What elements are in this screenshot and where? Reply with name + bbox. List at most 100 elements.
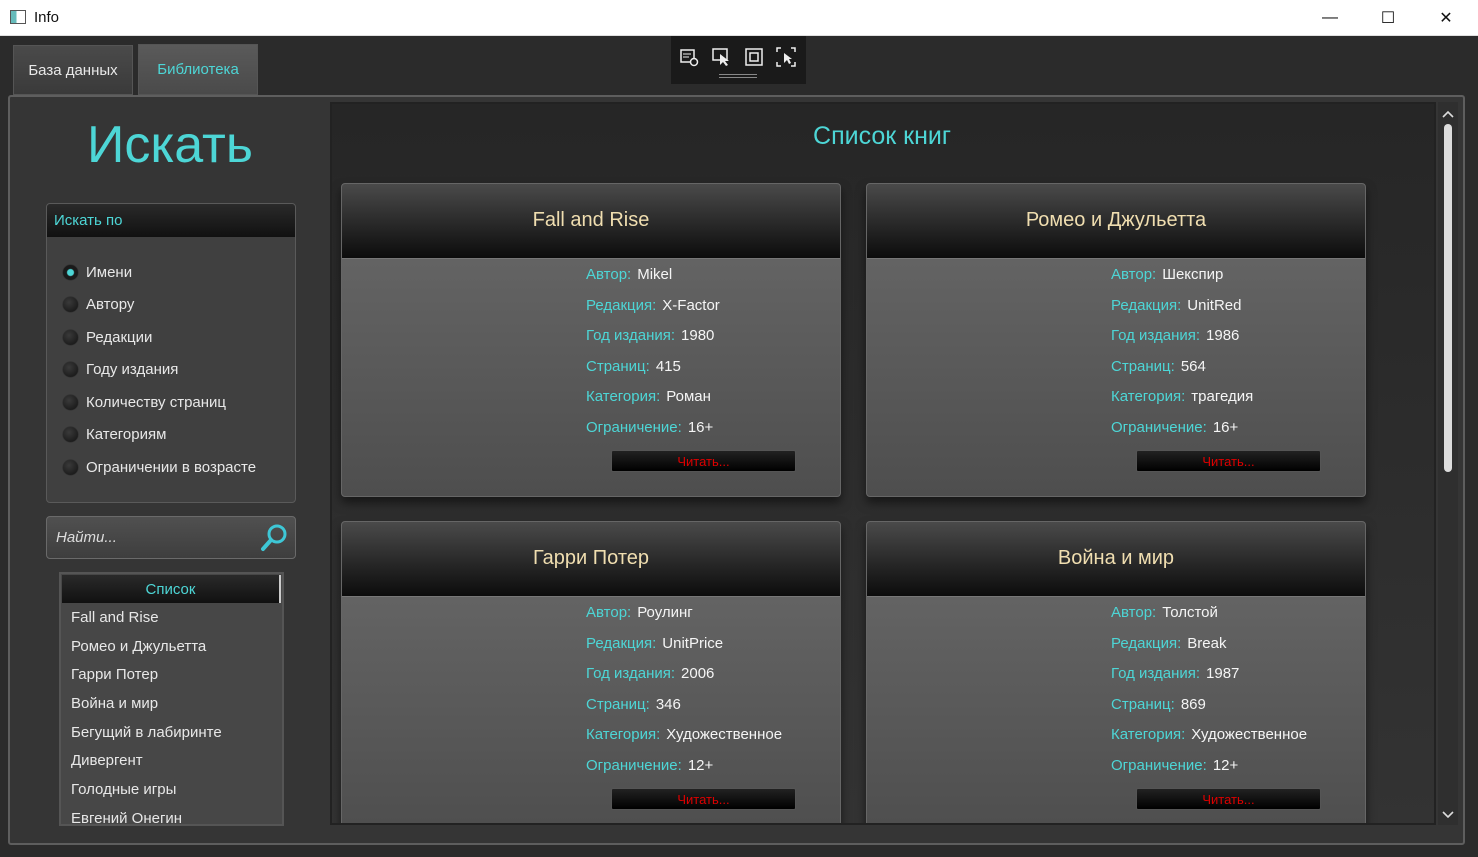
scroll-down-icon[interactable] bbox=[1438, 805, 1458, 825]
publisher-row: Редакция: Break bbox=[1111, 635, 1226, 652]
author-row: Автор: Mikel bbox=[586, 266, 672, 283]
read-button[interactable]: Читать... bbox=[611, 788, 796, 810]
scroll-up-icon[interactable] bbox=[1438, 104, 1458, 124]
search-box bbox=[46, 516, 296, 559]
search-input[interactable] bbox=[56, 529, 246, 546]
publisher-value: Break bbox=[1187, 635, 1227, 652]
select-element-icon[interactable] bbox=[711, 46, 733, 68]
field-label: Редакция: bbox=[1111, 635, 1182, 652]
book-title: Fall and Rise bbox=[342, 184, 840, 259]
age-row: Ограничение: 12+ bbox=[586, 757, 713, 774]
field-label: Ограничение: bbox=[1111, 757, 1207, 774]
pages-row: Страниц: 415 bbox=[586, 358, 681, 375]
radio-author[interactable]: Автору bbox=[63, 296, 134, 313]
vertical-scrollbar[interactable] bbox=[1438, 102, 1458, 825]
field-label: Страниц: bbox=[586, 358, 650, 375]
read-button[interactable]: Читать... bbox=[611, 450, 796, 472]
list-item[interactable]: Дивергент bbox=[61, 747, 282, 776]
field-label: Автор: bbox=[1111, 604, 1157, 621]
radio-age[interactable]: Ограничении в возрасте bbox=[63, 459, 256, 476]
close-button[interactable]: ✕ bbox=[1417, 0, 1475, 36]
publisher-row: Редакция: UnitRed bbox=[1111, 297, 1241, 314]
app-icon bbox=[10, 10, 26, 24]
read-button[interactable]: Читать... bbox=[1136, 788, 1321, 810]
pages-value: 564 bbox=[1180, 358, 1206, 375]
radio-icon bbox=[63, 297, 78, 312]
category-row: Категория: Художественное bbox=[586, 726, 782, 743]
radio-publisher[interactable]: Редакции bbox=[63, 329, 152, 346]
read-button[interactable]: Читать... bbox=[1136, 450, 1321, 472]
publisher-value: UnitRed bbox=[1187, 297, 1242, 314]
field-label: Страниц: bbox=[1111, 358, 1175, 375]
search-icon[interactable] bbox=[259, 523, 289, 553]
author-row: Автор: Роулинг bbox=[586, 604, 693, 621]
author-value: Роулинг bbox=[637, 604, 693, 621]
author-value: Толстой bbox=[1162, 604, 1218, 621]
field-label: Год издания: bbox=[1111, 665, 1201, 682]
field-label: Ограничение: bbox=[586, 757, 682, 774]
book-title: Война и мир bbox=[867, 522, 1365, 597]
debug-toolbar bbox=[671, 36, 806, 84]
scroll-thumb[interactable] bbox=[1444, 124, 1452, 472]
tab-library[interactable]: Библиотека bbox=[138, 44, 258, 95]
age-value: 16+ bbox=[1212, 419, 1239, 436]
year-row: Год издания: 1980 bbox=[586, 327, 714, 344]
radio-category[interactable]: Категориям bbox=[63, 426, 166, 443]
age-value: 12+ bbox=[687, 757, 714, 774]
book-card: Ромео и Джульетта Автор: Шекспир Редакция… bbox=[866, 183, 1366, 497]
layout-adorners-icon[interactable] bbox=[743, 46, 765, 68]
radio-label: Году издания bbox=[86, 361, 179, 378]
category-row: Категория: Роман bbox=[586, 388, 711, 405]
radio-selected-icon bbox=[63, 265, 78, 280]
radio-icon bbox=[63, 427, 78, 442]
field-label: Категория: bbox=[1111, 388, 1186, 405]
pages-row: Страниц: 869 bbox=[1111, 696, 1206, 713]
field-label: Страниц: bbox=[1111, 696, 1175, 713]
pages-value: 415 bbox=[655, 358, 681, 375]
radio-year[interactable]: Году издания bbox=[63, 361, 178, 378]
radio-icon bbox=[63, 460, 78, 475]
track-focus-icon[interactable] bbox=[775, 46, 797, 68]
category-value: Роман bbox=[666, 388, 711, 405]
field-label: Редакция: bbox=[1111, 297, 1182, 314]
tab-database[interactable]: База данных bbox=[13, 45, 133, 95]
radio-label: Ограничении в возрасте bbox=[86, 459, 257, 476]
field-label: Автор: bbox=[1111, 266, 1157, 283]
list-item[interactable]: Fall and Rise bbox=[61, 604, 282, 633]
age-row: Ограничение: 16+ bbox=[1111, 419, 1238, 436]
list-item[interactable]: Война и мир bbox=[61, 690, 282, 719]
live-tree-icon[interactable] bbox=[678, 46, 700, 68]
radio-label: Автору bbox=[86, 296, 135, 313]
list-item[interactable]: Гарри Потер bbox=[61, 661, 282, 690]
category-value: трагедия bbox=[1191, 388, 1254, 405]
age-row: Ограничение: 12+ bbox=[1111, 757, 1238, 774]
minimize-button[interactable]: — bbox=[1301, 0, 1359, 36]
radio-label: Количеству страниц bbox=[86, 394, 227, 411]
radio-pages[interactable]: Количеству страниц bbox=[63, 394, 226, 411]
year-value: 1980 bbox=[681, 327, 715, 344]
list-item[interactable]: Бегущий в лабиринте bbox=[61, 719, 282, 748]
list-item[interactable]: Евгений Онегин bbox=[61, 805, 282, 824]
list-item[interactable]: Ромео и Джульетта bbox=[61, 633, 282, 662]
radio-label: Имени bbox=[86, 264, 133, 281]
book-list[interactable]: Список Fall and Rise Ромео и Джульетта Г… bbox=[59, 572, 284, 826]
radio-label: Редакции bbox=[86, 329, 153, 346]
publisher-row: Редакция: UnitPrice bbox=[586, 635, 723, 652]
field-label: Ограничение: bbox=[586, 419, 682, 436]
books-panel: Список книг Fall and Rise Автор: Mikel Ре… bbox=[330, 102, 1436, 825]
radio-name[interactable]: Имени bbox=[63, 264, 132, 281]
age-row: Ограничение: 16+ bbox=[586, 419, 713, 436]
toolbar-grip[interactable] bbox=[719, 74, 757, 78]
book-card: Война и мир Автор: Толстой Редакция: Break… bbox=[866, 521, 1366, 823]
search-title: Искать bbox=[87, 116, 253, 174]
year-row: Год издания: 1986 bbox=[1111, 327, 1239, 344]
field-label: Ограничение: bbox=[1111, 419, 1207, 436]
field-label: Категория: bbox=[586, 726, 661, 743]
author-value: Шекспир bbox=[1162, 266, 1224, 283]
field-label: Категория: bbox=[1111, 726, 1186, 743]
maximize-button[interactable]: ☐ bbox=[1359, 0, 1417, 36]
author-value: Mikel bbox=[637, 266, 673, 283]
list-item[interactable]: Голодные игры bbox=[61, 776, 282, 805]
list-header[interactable]: Список bbox=[62, 575, 281, 603]
author-row: Автор: Шекспир bbox=[1111, 266, 1223, 283]
